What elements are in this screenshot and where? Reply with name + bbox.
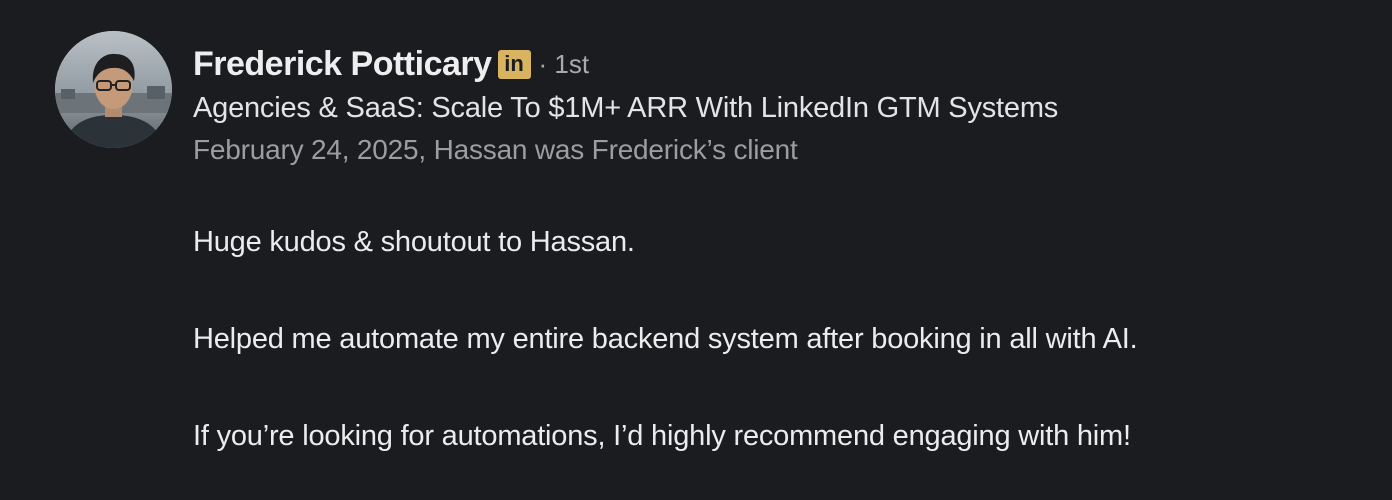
connection-degree: · 1st: [538, 48, 590, 79]
author-avatar[interactable]: [55, 31, 172, 148]
avatar-photo: [55, 31, 172, 148]
recommendation-body: Huge kudos & shoutout to Hassan. Helped …: [193, 223, 1373, 455]
recommendation-meta: February 24, 2025, Hassan was Frederick’…: [193, 134, 798, 165]
recommendation-header: Frederick Potticary in · 1st Agencies & …: [193, 42, 1343, 166]
recommendation-paragraph: Huge kudos & shoutout to Hassan.: [193, 226, 635, 258]
recommendation-paragraph: If you’re looking for automations, I’d h…: [193, 420, 1131, 452]
linkedin-premium-badge-icon: in: [497, 49, 531, 79]
author-name[interactable]: Frederick Potticary: [193, 45, 492, 84]
recommendation-paragraph: Helped me automate my entire backend sys…: [193, 323, 1138, 355]
recommendation-card: Frederick Potticary in · 1st Agencies & …: [0, 0, 1392, 500]
author-name-row: Frederick Potticary in · 1st: [193, 42, 1343, 86]
author-headline: Agencies & SaaS: Scale To $1M+ ARR With …: [193, 92, 1059, 124]
